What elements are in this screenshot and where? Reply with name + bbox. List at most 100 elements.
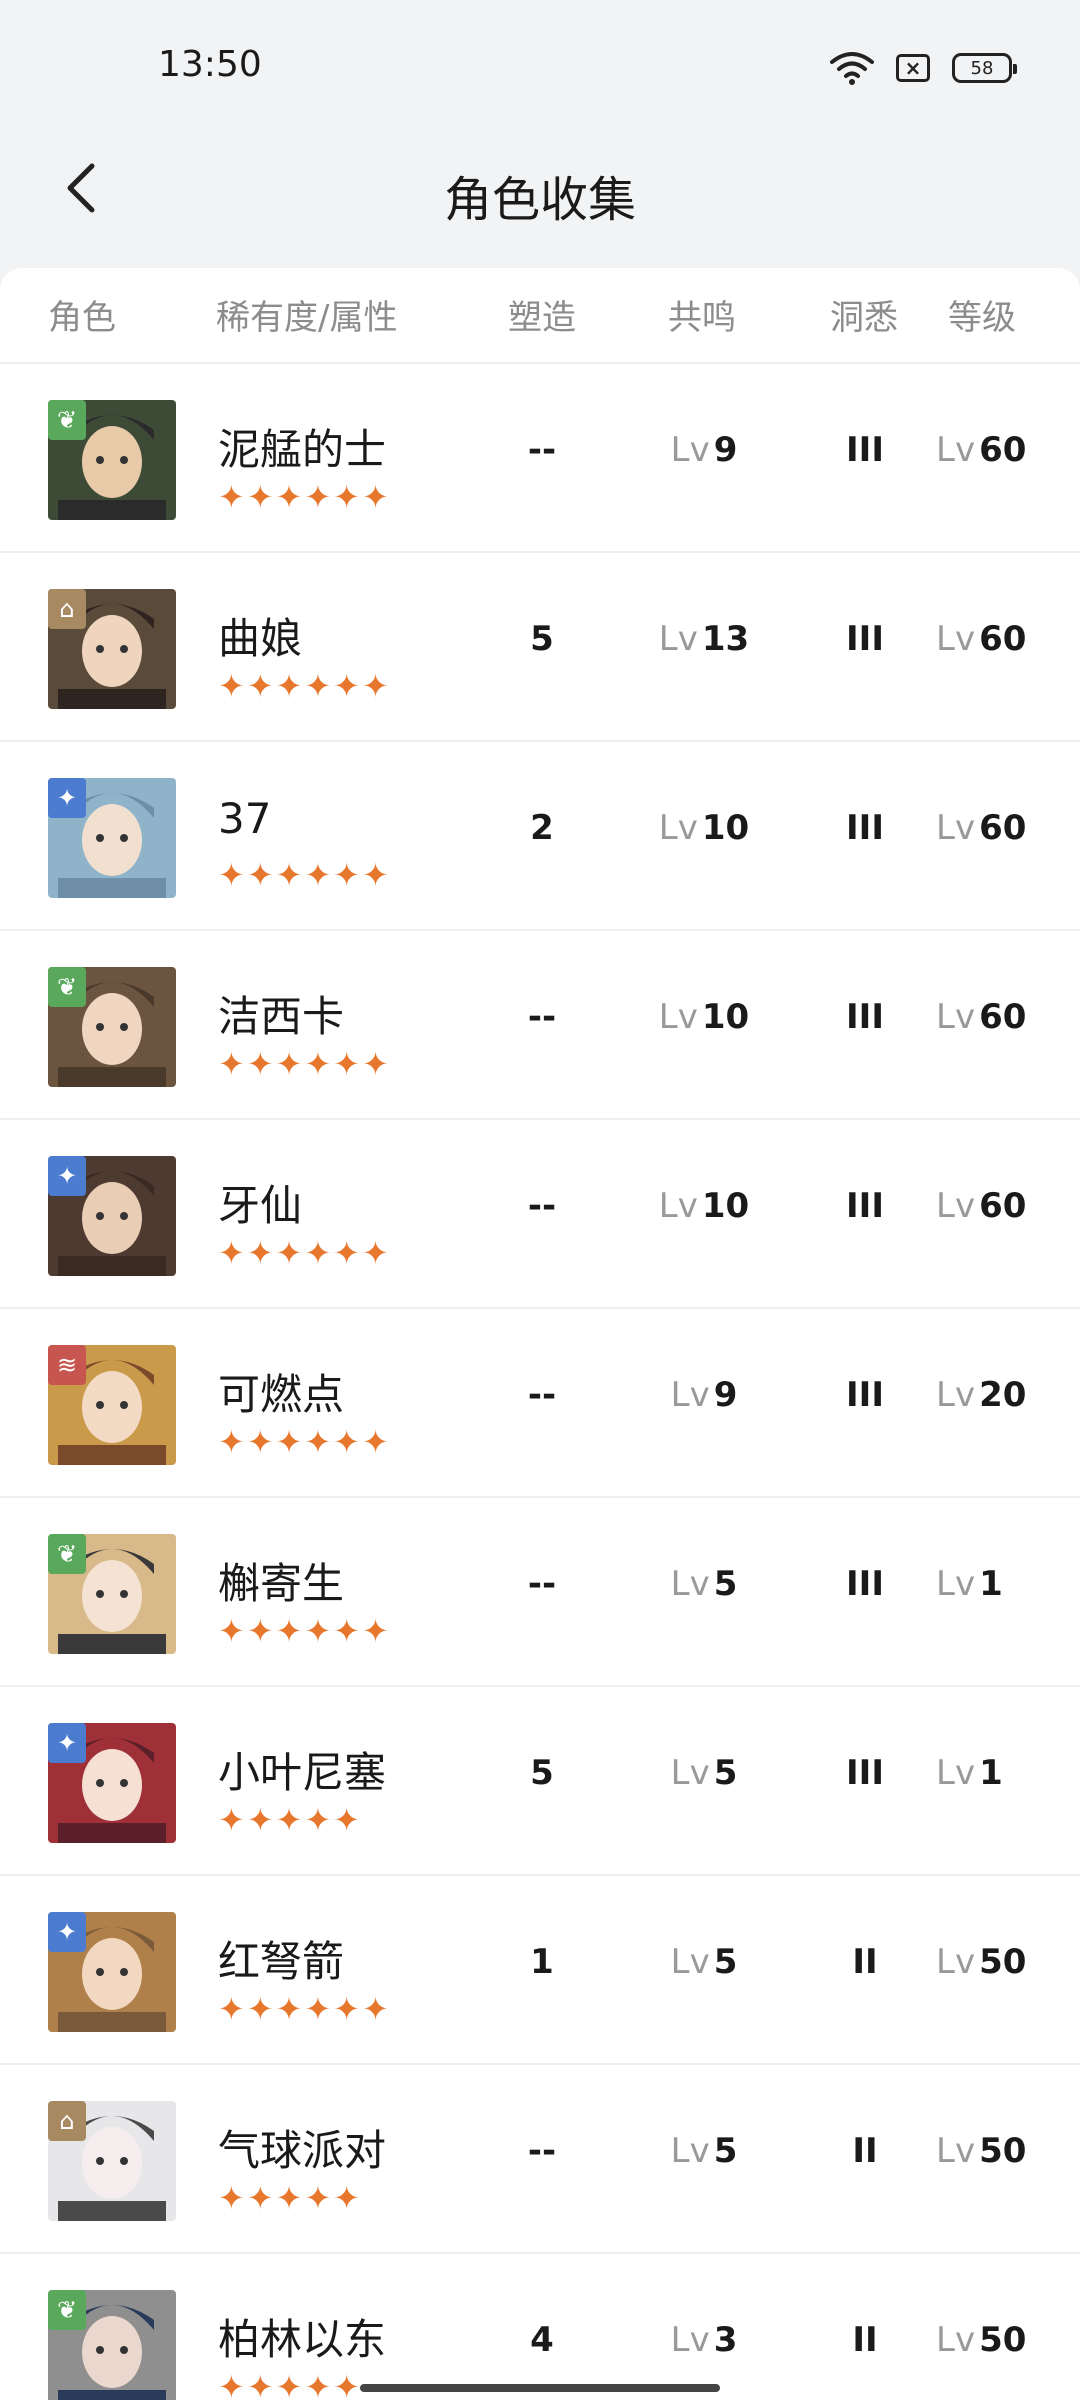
battery-icon: 58 (952, 53, 1017, 83)
rarity-stars: ✦✦✦✦✦✦ (218, 1234, 391, 1272)
table-row[interactable]: ✦ 小叶尼塞 ✦✦✦✦✦ 5 Lv 5 III Lv 1 (0, 1687, 1080, 1876)
lv-prefix: Lv (670, 1564, 710, 1604)
level-value: Lv 60 (936, 808, 1064, 848)
resonance-value: Lv 5 (640, 2131, 768, 2171)
star-icon: ✦ (48, 1156, 86, 1196)
character-level: 60 (979, 808, 1027, 848)
character-name: 可燃点 (218, 1370, 345, 1419)
level-value: Lv 20 (936, 1375, 1064, 1415)
level-value: Lv 60 (936, 619, 1064, 659)
lv-prefix: Lv (658, 808, 698, 848)
table-row[interactable]: ⌂ 气球派对 ✦✦✦✦✦ -- Lv 5 II Lv 50 (0, 2065, 1080, 2254)
resonance-value: Lv 5 (640, 1564, 768, 1604)
resonance-value: Lv 5 (640, 1753, 768, 1793)
rarity-stars: ✦✦✦✦✦✦ (218, 1045, 391, 1083)
lv-prefix: Lv (658, 997, 698, 1037)
table-row[interactable]: ✦ 牙仙 ✦✦✦✦✦✦ -- Lv 10 III Lv 60 (0, 1120, 1080, 1309)
insight-value: III (846, 619, 884, 659)
character-level: 60 (979, 430, 1027, 470)
table-row[interactable]: ✦ 红弩箭 ✦✦✦✦✦✦ 1 Lv 5 II Lv 50 (0, 1876, 1080, 2065)
character-level: 60 (979, 997, 1027, 1037)
resonance-level: 9 (713, 430, 738, 470)
level-value: Lv 1 (936, 1753, 1064, 1793)
home-indicator[interactable] (360, 2384, 720, 2392)
rock-icon: ⌂ (48, 2101, 86, 2141)
insight-value: III (846, 1753, 884, 1793)
character-name: 曲娘 (218, 614, 303, 663)
lv-prefix: Lv (670, 1753, 710, 1793)
insight-value: II (852, 1942, 878, 1982)
leaf-icon: ❦ (48, 2290, 86, 2330)
character-name: 泥艋的士 (218, 425, 387, 474)
character-name: 柏林以东 (218, 2315, 387, 2364)
level-value: Lv 60 (936, 1186, 1064, 1226)
column-header-shaping[interactable]: 塑造 (508, 290, 576, 339)
character-name: 小叶尼塞 (218, 1748, 387, 1797)
character-name: 37 (218, 794, 272, 843)
lv-prefix: Lv (936, 1186, 976, 1226)
resonance-level: 13 (701, 619, 750, 659)
character-level: 50 (979, 2131, 1027, 2171)
column-header-insight[interactable]: 洞悉 (830, 290, 898, 339)
status-bar: 13:50 × 58 (0, 0, 1080, 130)
resonance-level: 9 (713, 1375, 738, 1415)
column-header-rarity[interactable]: 稀有度/属性 (216, 290, 397, 339)
resonance-value: Lv 10 (640, 808, 768, 848)
resonance-value: Lv 13 (640, 619, 768, 659)
level-value: Lv 1 (936, 1564, 1064, 1604)
lv-prefix: Lv (936, 808, 976, 848)
rock-icon: ⌂ (48, 589, 86, 629)
table-row[interactable]: ❦ 槲寄生 ✦✦✦✦✦✦ -- Lv 5 III Lv 1 (0, 1498, 1080, 1687)
star-icon: ✦ (48, 1912, 86, 1952)
column-header-role[interactable]: 角色 (48, 290, 116, 339)
resonance-level: 5 (713, 1753, 738, 1793)
battery-level: 58 (970, 57, 994, 79)
character-level: 60 (979, 619, 1027, 659)
lv-prefix: Lv (670, 1942, 710, 1982)
column-header-resonance[interactable]: 共鸣 (668, 290, 736, 339)
lv-prefix: Lv (936, 2131, 976, 2171)
column-header-level[interactable]: 等级 (948, 290, 1016, 339)
table-row[interactable]: ❦ 柏林以东 ✦✦✦✦✦ 4 Lv 3 II Lv 50 (0, 2254, 1080, 2400)
sim-x-icon: × (896, 54, 930, 82)
lv-prefix: Lv (670, 2131, 710, 2171)
table-body: ❦ 泥艋的士 ✦✦✦✦✦✦ -- Lv 9 III Lv 60 ⌂ 曲娘 ✦✦✦✦✦… (0, 364, 1080, 2400)
table-header: 角色 稀有度/属性 塑造 共鸣 洞悉 等级 (0, 268, 1080, 364)
insight-value: II (852, 2320, 878, 2360)
table-row[interactable]: ❦ 泥艋的士 ✦✦✦✦✦✦ -- Lv 9 III Lv 60 (0, 364, 1080, 553)
insight-value: III (846, 808, 884, 848)
resonance-level: 10 (701, 1186, 750, 1226)
level-value: Lv 50 (936, 2320, 1064, 2360)
level-value: Lv 50 (936, 2131, 1064, 2171)
resonance-level: 5 (713, 2131, 738, 2171)
rarity-stars: ✦✦✦✦✦ (218, 2368, 363, 2400)
status-icons: × 58 (830, 50, 1017, 86)
rarity-stars: ✦✦✦✦✦ (218, 2179, 363, 2217)
lv-prefix: Lv (658, 619, 698, 659)
lv-prefix: Lv (936, 1375, 976, 1415)
lv-prefix: Lv (936, 1564, 976, 1604)
character-level: 50 (979, 2320, 1027, 2360)
page-title: 角色收集 (443, 172, 636, 228)
resonance-value: Lv 5 (640, 1942, 768, 1982)
rarity-stars: ✦✦✦✦✦✦ (218, 1423, 391, 1461)
shaping-value: -- (527, 997, 557, 1037)
table-row[interactable]: ≋ 可燃点 ✦✦✦✦✦✦ -- Lv 9 III Lv 20 (0, 1309, 1080, 1498)
resonance-value: Lv 10 (640, 997, 768, 1037)
table-row[interactable]: ✦ 37 ✦✦✦✦✦✦ 2 Lv 10 III Lv 60 (0, 742, 1080, 931)
shaping-value: 5 (530, 619, 554, 659)
character-name: 红弩箭 (218, 1937, 345, 1986)
insight-value: III (846, 997, 884, 1037)
character-name: 槲寄生 (218, 1559, 345, 1608)
table-row[interactable]: ⌂ 曲娘 ✦✦✦✦✦✦ 5 Lv 13 III Lv 60 (0, 553, 1080, 742)
shaping-value: -- (527, 430, 557, 470)
character-name: 气球派对 (218, 2126, 387, 2175)
shaping-value: 4 (530, 2320, 554, 2360)
character-level: 1 (979, 1753, 1003, 1793)
insight-value: III (846, 430, 884, 470)
table-row[interactable]: ❦ 洁西卡 ✦✦✦✦✦✦ -- Lv 10 III Lv 60 (0, 931, 1080, 1120)
level-value: Lv 60 (936, 430, 1064, 470)
insight-value: II (852, 2131, 878, 2171)
resonance-value: Lv 9 (640, 1375, 768, 1415)
lv-prefix: Lv (670, 430, 710, 470)
